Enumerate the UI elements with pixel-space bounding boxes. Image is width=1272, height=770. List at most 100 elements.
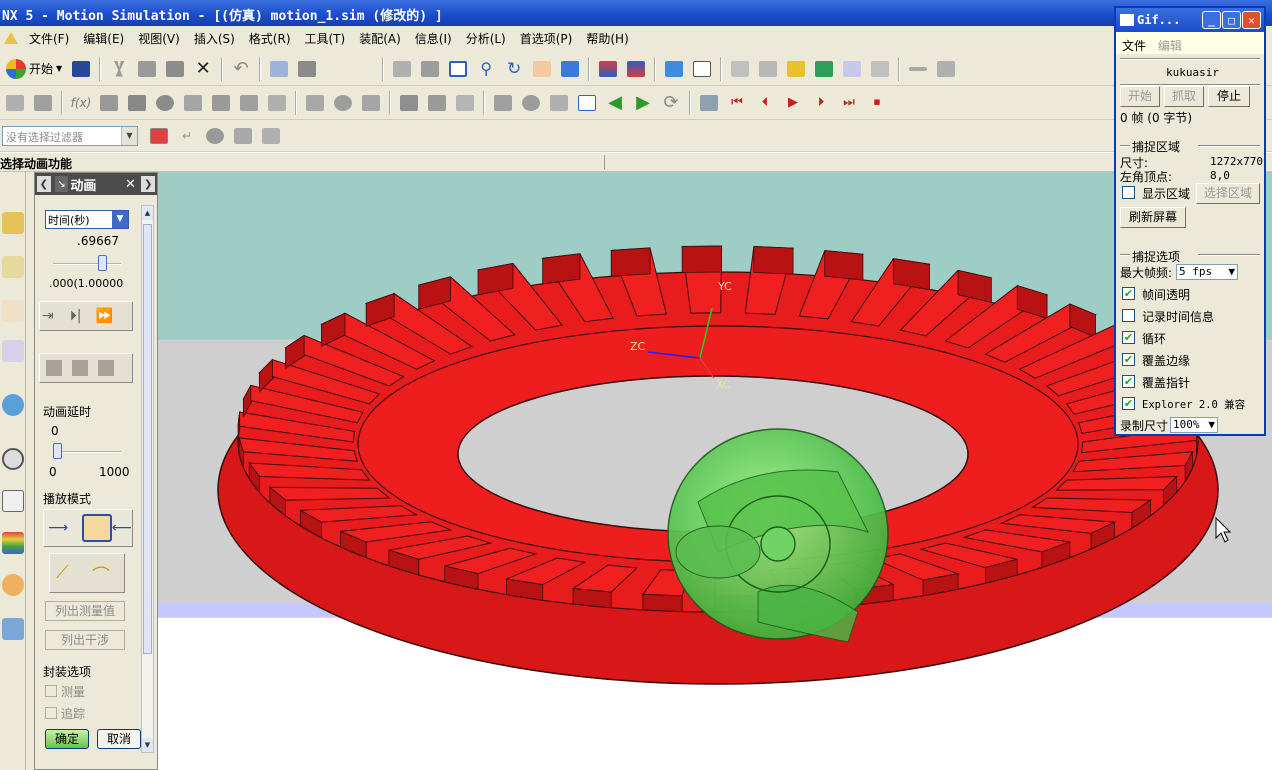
history-icon[interactable] [2,448,24,470]
paste-icon[interactable] [162,56,188,82]
menu-assembly[interactable]: 装配(A) [352,30,408,47]
part-navigator-icon[interactable] [2,300,24,322]
chevron-down-icon[interactable]: ▼ [112,211,128,228]
menu-tools[interactable]: 工具(T) [298,30,353,47]
copy-display-icon[interactable] [266,56,292,82]
gif-menu-edit[interactable]: 编辑 [1158,39,1182,53]
delete-icon[interactable]: ✕ [190,56,216,82]
cancel-button[interactable]: 取消 [97,729,141,749]
assembly-navigator-icon[interactable] [2,212,24,234]
scroll-down-icon[interactable]: ▼ [142,738,153,752]
refresh-screen-button[interactable]: 刷新屏幕 [1120,207,1186,228]
bracket-icon[interactable] [424,90,450,116]
panel-scrollbar[interactable]: ▲ ▼ [141,205,154,753]
link-icon[interactable] [2,90,28,116]
gear-icon[interactable] [152,90,178,116]
menu-analysis[interactable]: 分析(L) [459,30,513,47]
sensor-icon[interactable] [518,90,544,116]
save-icon[interactable] [68,56,94,82]
scroll-up-icon[interactable]: ▲ [142,206,153,220]
roles-icon[interactable] [2,574,24,596]
arrow-right-icon[interactable]: ▶ [630,90,656,116]
palette-icon[interactable] [2,490,24,512]
motion-driver-icon[interactable] [811,56,837,82]
graphics-window[interactable]: YC ZC XC [158,172,1272,770]
rotate-icon[interactable]: ↻ [501,56,527,82]
selection-filter[interactable]: 没有选择过滤器 ▼ [2,125,138,146]
list-measure-button[interactable]: 列出测量值 [45,601,125,621]
cam-icon[interactable] [330,90,356,116]
contact-icon[interactable] [302,90,328,116]
function-icon[interactable]: f(x) [68,90,94,116]
perspective-icon[interactable] [557,56,583,82]
select-options-icon[interactable] [146,123,172,149]
snap-point-icon[interactable] [258,123,284,149]
cut-icon[interactable] [106,56,132,82]
layer-settings-icon[interactable] [623,56,649,82]
chevron-down-icon[interactable]: ▼ [1208,418,1215,432]
line-icon[interactable] [96,90,122,116]
start-button[interactable]: 开始 ▼ [2,56,66,82]
motion-joint-icon[interactable] [783,56,809,82]
menu-preferences[interactable]: 首选项(P) [513,30,580,47]
motion-spring-icon[interactable] [867,56,893,82]
web-browser-icon[interactable] [2,394,24,416]
menu-help[interactable]: 帮助(H) [579,30,635,47]
gif-stop-button[interactable]: 停止 [1208,86,1250,107]
scroll-thumb[interactable] [143,224,152,654]
menu-info[interactable]: 信息(I) [408,30,459,47]
arc-icon[interactable] [452,90,478,116]
end-icon[interactable]: ⏹ [864,90,890,116]
play-icon[interactable]: ▶ [780,90,806,116]
menu-file[interactable]: 文件(F) [22,30,76,47]
trace-path-icon[interactable]: ⟋ [56,562,69,583]
copy-icon[interactable] [134,56,160,82]
step-back-icon[interactable]: ⏴ [752,90,778,116]
play-reverse-icon[interactable]: ⟵ [112,520,132,536]
gif-start-button[interactable]: 开始 [1120,86,1160,107]
motion-navigator-icon[interactable] [2,340,24,362]
fast-forward-icon[interactable]: ⏩ [95,308,112,324]
rec-size-select[interactable]: 100% ▼ [1170,417,1218,433]
visualization-icon[interactable] [2,618,24,640]
ok-button[interactable]: 确定 [45,729,89,749]
layer-icon[interactable] [595,56,621,82]
step-forward-icon[interactable]: ⏵ [808,90,834,116]
pan-icon[interactable] [529,56,555,82]
bushing-icon[interactable] [236,90,262,116]
time-unit-select[interactable]: 时间(秒) ▼ [45,210,129,229]
edge-checkbox[interactable]: ✔ [1122,353,1135,366]
fast-forward-icon[interactable]: ⏭ [836,90,862,116]
system-material-icon[interactable] [2,532,24,554]
gif-capture-button[interactable]: 抓取 [1164,86,1204,107]
maximize-icon[interactable]: □ [1222,11,1241,29]
solver-icon[interactable] [396,90,422,116]
chart-icon[interactable] [546,90,572,116]
menu-edit[interactable]: 编辑(E) [76,30,131,47]
damper-icon[interactable] [208,90,234,116]
max-fps-select[interactable]: 5 fps ▼ [1176,264,1238,280]
select-area-button[interactable]: 选择区域 [1196,183,1260,204]
show-area-checkbox[interactable] [1122,186,1135,199]
delay-slider[interactable] [53,443,62,459]
chevron-right-icon[interactable]: ❯ [141,176,155,192]
shaded-cube-icon[interactable] [661,56,687,82]
zoom-icon[interactable] [417,56,443,82]
animation-graph-icon[interactable] [696,90,722,116]
pencil-icon[interactable] [98,360,114,376]
zoom-window-icon[interactable] [445,56,471,82]
back-icon[interactable]: ↵ [174,123,200,149]
motion-marker-icon[interactable] [839,56,865,82]
close-icon[interactable]: ✕ [123,176,138,192]
spring-icon[interactable] [180,90,206,116]
rewind-icon[interactable]: ⏮ [724,90,750,116]
plot-icon[interactable] [490,90,516,116]
transparent-checkbox[interactable]: ✔ [1122,287,1135,300]
object-icon[interactable] [202,123,228,149]
edit-curve-icon[interactable] [933,56,959,82]
snap-icon[interactable] [230,123,256,149]
trace-icon[interactable] [46,360,62,376]
play-to-end-icon[interactable]: ⏵| [70,308,82,324]
explorer-checkbox[interactable]: ✔ [1122,397,1135,410]
arch-path-icon[interactable]: ⌒ [92,562,110,588]
